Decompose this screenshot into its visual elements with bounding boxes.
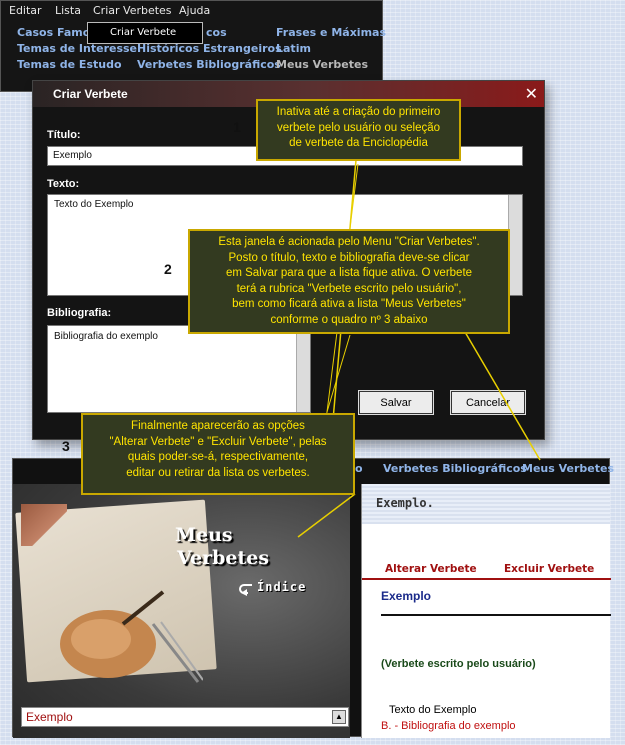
callout-window-note: Esta janela é acionada pelo Menu "Criar …: [188, 229, 510, 334]
callout-inactive-note: Inativa até a criação do primeiro verbet…: [256, 99, 461, 161]
callout-finally-note: Finalmente aparecerão as opções "Alterar…: [81, 413, 355, 495]
